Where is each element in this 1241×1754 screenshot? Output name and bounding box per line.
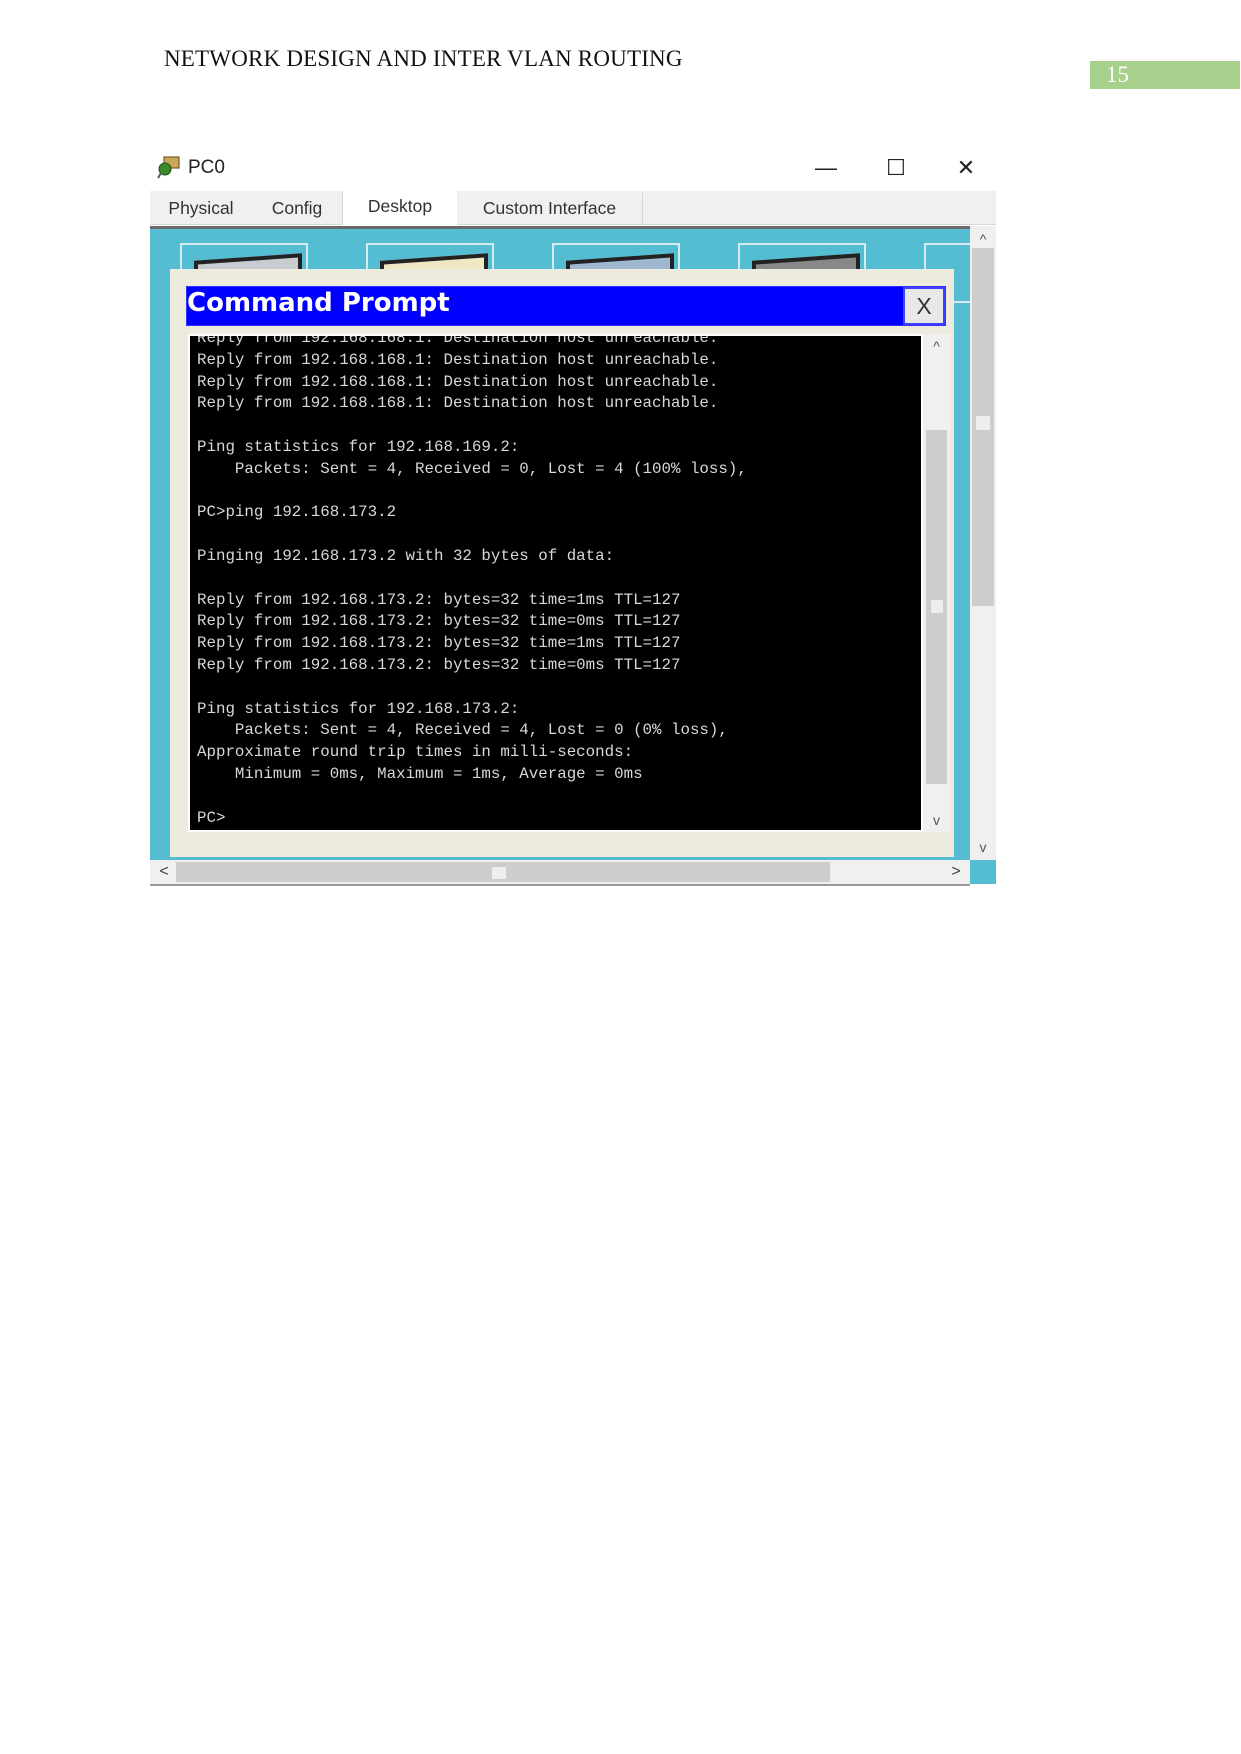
tab-custom-interface[interactable]: Custom Interface bbox=[457, 193, 643, 224]
terminal-line: PC> bbox=[197, 808, 226, 827]
terminal-line: Pinging 192.168.173.2 with 32 bytes of d… bbox=[197, 546, 615, 565]
command-prompt-title: Command Prompt bbox=[187, 288, 450, 318]
window-title: PC0 bbox=[188, 157, 225, 178]
minimize-button[interactable]: — bbox=[804, 150, 848, 186]
terminal-vertical-scrollbar[interactable]: ^ v bbox=[923, 334, 950, 832]
tab-desktop[interactable]: Desktop bbox=[342, 191, 458, 225]
pc0-window: PC0 — ☐ ✕ Physical Config Desktop Custom… bbox=[150, 148, 996, 886]
tab-physical[interactable]: Physical bbox=[150, 193, 253, 224]
terminal-line: Ping statistics for 192.168.169.2: bbox=[197, 437, 520, 456]
close-icon: ✕ bbox=[956, 155, 976, 180]
scroll-track[interactable] bbox=[176, 862, 830, 882]
command-prompt-titlebar: Command Prompt X bbox=[186, 286, 946, 326]
scroll-up-icon[interactable]: ^ bbox=[970, 228, 996, 250]
command-prompt-panel: Command Prompt X Reply from 192.168.168.… bbox=[170, 269, 954, 857]
terminal-line: Reply from 192.168.168.1: Destination ho… bbox=[197, 334, 719, 347]
scroll-track[interactable] bbox=[972, 248, 994, 606]
terminal-line: PC>ping 192.168.173.2 bbox=[197, 503, 397, 522]
scroll-thumb[interactable] bbox=[976, 416, 990, 430]
terminal-line: Reply from 192.168.168.1: Destination ho… bbox=[197, 394, 719, 413]
terminal-line: Reply from 192.168.173.2: bytes=32 time=… bbox=[197, 612, 681, 631]
desktop-vertical-scrollbar[interactable]: ^ v bbox=[970, 226, 996, 860]
desktop-area: Command Prompt X Reply from 192.168.168.… bbox=[150, 226, 970, 860]
maximize-button[interactable]: ☐ bbox=[874, 150, 918, 186]
scroll-track[interactable] bbox=[926, 430, 947, 784]
window-titlebar[interactable]: PC0 — ☐ ✕ bbox=[150, 148, 996, 188]
scroll-up-icon[interactable]: ^ bbox=[923, 334, 950, 358]
terminal-line: Reply from 192.168.173.2: bytes=32 time=… bbox=[197, 590, 681, 609]
terminal-line: Packets: Sent = 4, Received = 0, Lost = … bbox=[197, 459, 747, 478]
scroll-thumb[interactable] bbox=[931, 600, 943, 613]
terminal-line: Reply from 192.168.168.1: Destination ho… bbox=[197, 350, 719, 369]
scrollbar-corner bbox=[970, 860, 996, 884]
terminal-line: Minimum = 0ms, Maximum = 1ms, Average = … bbox=[197, 764, 643, 783]
desktop-horizontal-scrollbar[interactable]: < > bbox=[150, 860, 970, 886]
scroll-thumb[interactable] bbox=[492, 867, 506, 879]
terminal-line: Reply from 192.168.173.2: bytes=32 time=… bbox=[197, 655, 681, 674]
terminal-output[interactable]: Reply from 192.168.168.1: Destination ho… bbox=[188, 334, 923, 832]
minimize-icon: — bbox=[815, 155, 837, 180]
scroll-down-icon[interactable]: v bbox=[923, 808, 950, 832]
tab-bar: Physical Config Desktop Custom Interface bbox=[150, 191, 996, 225]
terminal-line: Packets: Sent = 4, Received = 4, Lost = … bbox=[197, 721, 728, 740]
maximize-icon: ☐ bbox=[886, 155, 906, 180]
scroll-down-icon[interactable]: v bbox=[970, 836, 996, 858]
close-button[interactable]: ✕ bbox=[944, 150, 988, 186]
terminal-line: Reply from 192.168.168.1: Destination ho… bbox=[197, 372, 719, 391]
scroll-right-icon[interactable]: > bbox=[944, 860, 968, 884]
terminal-line: Ping statistics for 192.168.173.2: bbox=[197, 699, 520, 718]
terminal-line: Approximate round trip times in milli-se… bbox=[197, 743, 634, 762]
command-prompt-close-button[interactable]: X bbox=[903, 287, 945, 325]
pc-device-icon bbox=[157, 156, 180, 179]
terminal-line: Reply from 192.168.173.2: bytes=32 time=… bbox=[197, 634, 681, 653]
tab-config[interactable]: Config bbox=[252, 193, 343, 224]
terminal-text: Reply from 192.168.168.1: Destination ho… bbox=[197, 334, 747, 829]
scroll-left-icon[interactable]: < bbox=[152, 860, 176, 884]
page-number-badge: 15 bbox=[1090, 61, 1240, 89]
document-header: NETWORK DESIGN AND INTER VLAN ROUTING bbox=[164, 46, 683, 71]
